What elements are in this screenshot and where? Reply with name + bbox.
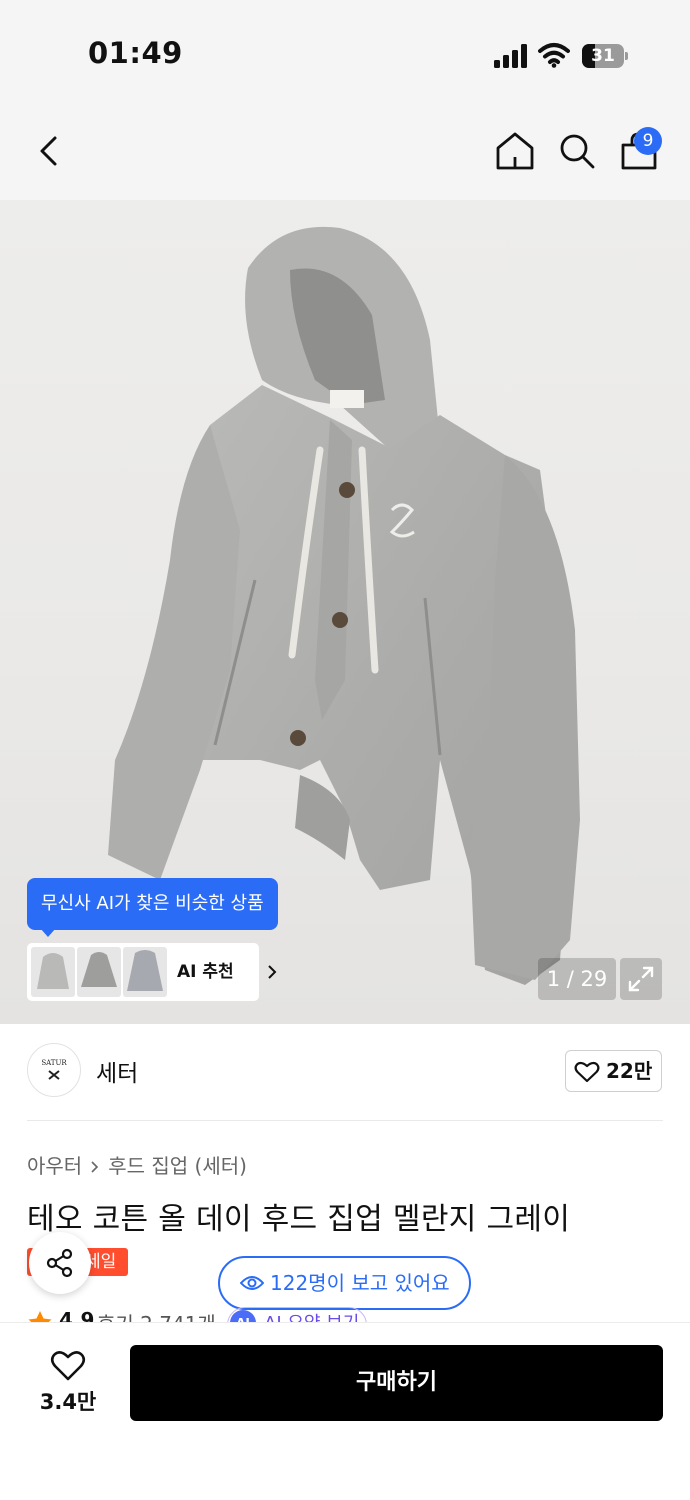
cart-count-badge: 9: [634, 127, 662, 155]
heart-icon: [574, 1061, 600, 1083]
chevron-right-icon: [268, 965, 277, 979]
battery-icon: 31: [582, 44, 628, 68]
buy-button[interactable]: 구매하기: [130, 1345, 663, 1421]
wishlist-count: 3.4만: [39, 1390, 97, 1414]
brand-name[interactable]: 세터: [96, 1054, 138, 1088]
brand-like-button[interactable]: 22만: [565, 1050, 662, 1092]
home-icon[interactable]: [494, 130, 536, 172]
chevron-left-icon[interactable]: [30, 130, 70, 172]
heart-icon[interactable]: [50, 1350, 86, 1382]
breadcrumb: 아우터 후드 집업 (세터): [27, 1150, 247, 1179]
battery-level: 31: [591, 46, 615, 66]
product-title: 테오 코튼 올 데이 후드 집업 멜란지 그레이: [27, 1202, 571, 1237]
brand-logo[interactable]: SATUR: [27, 1043, 81, 1097]
image-counter: 1 / 29: [538, 958, 616, 1000]
divider: [27, 1120, 663, 1121]
status-bar: 01:49 31: [0, 0, 690, 100]
live-viewers-text: 122명이 보고 있어요: [270, 1271, 450, 1295]
cellular-signal-icon: [494, 44, 528, 68]
live-viewers-pill: 122명이 보고 있어요: [218, 1256, 471, 1310]
search-icon[interactable]: [556, 130, 598, 172]
recommended-product-thumbnail: [77, 947, 121, 997]
ai-recommendation-label: AI 추천: [177, 962, 234, 982]
breadcrumb-subcategory[interactable]: 후드 집업 (세터): [108, 1154, 247, 1178]
eye-icon: [240, 1276, 264, 1290]
ai-recommendation-button[interactable]: AI 추천: [27, 943, 277, 1001]
breadcrumb-category[interactable]: 아우터: [27, 1154, 82, 1178]
share-icon: [46, 1248, 73, 1278]
ai-similar-products-tooltip[interactable]: 무신사 AI가 찾은 비슷한 상품: [27, 878, 278, 930]
share-button[interactable]: [29, 1232, 91, 1294]
brand-like-count: 22만: [606, 1059, 653, 1083]
tooltip-tail: [40, 928, 56, 937]
recommended-product-thumbnail: [31, 947, 75, 997]
recommended-product-thumbnail: [123, 947, 167, 997]
chevron-right-icon: [91, 1161, 99, 1173]
expand-icon[interactable]: [620, 958, 662, 1000]
wifi-icon: [538, 43, 570, 68]
top-nav-bar: [0, 100, 690, 200]
status-time: 01:49: [88, 36, 183, 70]
